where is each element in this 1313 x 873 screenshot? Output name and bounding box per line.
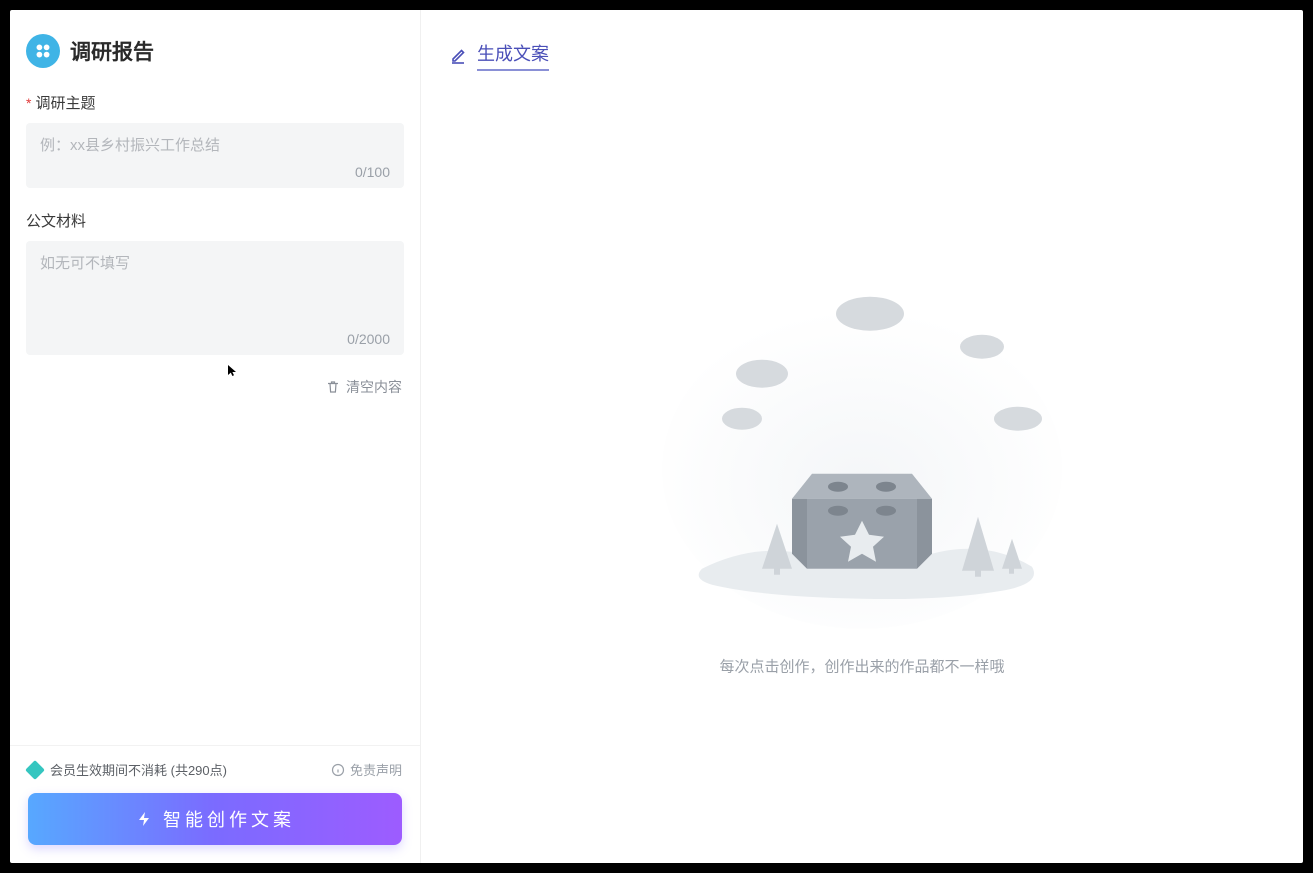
lightning-icon (135, 810, 153, 828)
empty-text: 每次点击创作，创作出来的作品都不一样哦 (602, 656, 1122, 677)
topic-counter: 0/100 (40, 164, 390, 180)
topic-input[interactable] (40, 135, 390, 158)
membership-text: 会员生效期间不消耗 (共290点) (50, 760, 227, 779)
topic-label-row: * 调研主题 (26, 92, 404, 113)
app-window: 调研报告 * 调研主题 0/100 公文材料 0/2000 (10, 10, 1303, 863)
topic-label: 调研主题 (35, 92, 95, 113)
required-asterisk: * (26, 95, 31, 111)
page-title: 调研报告 (70, 36, 154, 66)
left-panel: 调研报告 * 调研主题 0/100 公文材料 0/2000 (10, 10, 421, 863)
pencil-icon (449, 47, 467, 65)
info-icon (331, 763, 345, 777)
form-area: 调研报告 * 调研主题 0/100 公文材料 0/2000 (10, 10, 420, 745)
app-logo-icon (26, 34, 60, 68)
clear-button[interactable]: 清空内容 (26, 377, 404, 397)
material-counter: 0/2000 (40, 331, 390, 347)
disclaimer-label: 免责声明 (350, 760, 402, 779)
footer: 会员生效期间不消耗 (共290点) 免责声明 智能创作文案 (10, 745, 420, 863)
title-row: 调研报告 (26, 26, 404, 92)
right-panel: 生成文案 (421, 10, 1303, 863)
generate-button[interactable]: 智能创作文案 (28, 793, 402, 845)
generate-text-label: 生成文案 (477, 40, 549, 71)
generate-text-action[interactable]: 生成文案 (449, 40, 1275, 71)
generate-label: 智能创作文案 (163, 806, 295, 832)
topic-field[interactable]: 0/100 (26, 123, 404, 188)
clear-label: 清空内容 (346, 377, 402, 397)
trash-icon (326, 380, 340, 394)
membership-info: 会员生效期间不消耗 (共290点) (28, 760, 227, 779)
material-label-row: 公文材料 (26, 210, 404, 231)
empty-state: 每次点击创作，创作出来的作品都不一样哦 (602, 269, 1122, 677)
empty-illustration (642, 269, 1082, 629)
material-input[interactable] (40, 253, 390, 321)
footer-info: 会员生效期间不消耗 (共290点) 免责声明 (28, 760, 402, 779)
diamond-icon (25, 760, 45, 780)
material-field[interactable]: 0/2000 (26, 241, 404, 356)
material-label: 公文材料 (26, 210, 86, 231)
disclaimer-link[interactable]: 免责声明 (331, 760, 402, 779)
